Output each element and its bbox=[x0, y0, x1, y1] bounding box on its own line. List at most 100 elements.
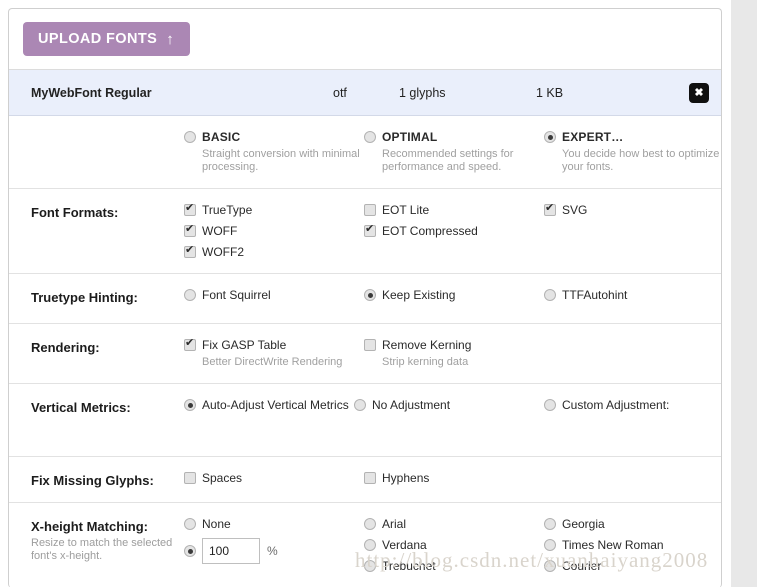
radio-basic-icon[interactable] bbox=[184, 131, 196, 143]
checkbox-hyphens-label: Hyphens bbox=[382, 471, 430, 485]
radio-custom-adjustment-icon[interactable] bbox=[544, 399, 556, 411]
conversion-mode-expert[interactable]: EXPERT… bbox=[544, 130, 724, 144]
radio-xheight-courier[interactable]: Courier bbox=[544, 559, 724, 573]
radio-xheight-verdana[interactable]: Verdana bbox=[364, 538, 544, 552]
radio-xheight-trebuchet[interactable]: Trebuchet bbox=[364, 559, 544, 573]
radio-xheight-times-new-roman-icon[interactable] bbox=[544, 539, 556, 551]
checkbox-woff[interactable]: WOFF bbox=[184, 223, 364, 238]
truetype-hinting-columns: Font Squirrel Keep Existing TTFAutohint bbox=[184, 288, 724, 309]
x-height-matching-sublabel: Resize to match the selected font's x-he… bbox=[31, 537, 173, 562]
checkbox-eot-compressed-label: EOT Compressed bbox=[382, 224, 478, 238]
x-height-percent-input[interactable] bbox=[202, 538, 260, 564]
radio-optimal-icon[interactable] bbox=[364, 131, 376, 143]
checkbox-woff-label: WOFF bbox=[202, 224, 238, 238]
radio-xheight-none[interactable]: None bbox=[184, 517, 364, 531]
close-x-icon[interactable]: ✖ bbox=[689, 83, 709, 103]
checkbox-remove-kerning[interactable]: Remove Kerning bbox=[364, 338, 544, 352]
x-height-matching-columns: None % Arial Verdana bbox=[184, 517, 724, 573]
fix-missing-glyphs-label: Fix Missing Glyphs: bbox=[31, 473, 154, 488]
checkbox-truetype[interactable]: TrueType bbox=[184, 202, 364, 217]
rendering-label-cell: Rendering: bbox=[9, 338, 184, 369]
radio-custom-adjustment-label: Custom Adjustment: bbox=[562, 398, 670, 412]
radio-xheight-arial-label: Arial bbox=[382, 517, 407, 531]
radio-ttfautohint[interactable]: TTFAutohint bbox=[544, 288, 724, 302]
conversion-mode-optimal[interactable]: OPTIMAL bbox=[364, 130, 544, 144]
x-height-matching-section: X-height Matching: Resize to match the s… bbox=[9, 503, 721, 587]
radio-xheight-georgia[interactable]: Georgia bbox=[544, 517, 724, 531]
conversion-mode-basic-column: BASIC Straight conversion with minimal p… bbox=[184, 130, 364, 174]
fix-missing-glyphs-section: Fix Missing Glyphs: Spaces Hyphens bbox=[9, 457, 721, 503]
radio-ttfautohint-label: TTFAutohint bbox=[562, 288, 628, 302]
radio-auto-adjust-vertical-metrics[interactable]: Auto-Adjust Vertical Metrics bbox=[184, 398, 354, 412]
rendering-columns: Fix GASP Table Better DirectWrite Render… bbox=[184, 337, 724, 369]
radio-xheight-percent-icon[interactable] bbox=[184, 545, 196, 557]
checkbox-woff2-icon[interactable] bbox=[184, 244, 196, 258]
checkbox-svg[interactable]: SVG bbox=[544, 202, 724, 217]
radio-no-adjustment-icon[interactable] bbox=[354, 399, 366, 411]
radio-xheight-times-new-roman[interactable]: Times New Roman bbox=[544, 538, 724, 552]
conversion-mode-basic[interactable]: BASIC bbox=[184, 130, 364, 144]
radio-keep-existing[interactable]: Keep Existing bbox=[364, 288, 544, 302]
radio-font-squirrel-label: Font Squirrel bbox=[202, 288, 271, 302]
checkbox-svg-icon[interactable] bbox=[544, 202, 556, 216]
fix-missing-glyphs-column-3 bbox=[544, 471, 724, 488]
radio-expert-icon[interactable] bbox=[544, 131, 556, 143]
checkbox-remove-kerning-icon[interactable] bbox=[364, 339, 376, 351]
radio-xheight-arial-icon[interactable] bbox=[364, 518, 376, 530]
vertical-metrics-label-cell: Vertical Metrics: bbox=[9, 398, 184, 442]
checkbox-spaces-icon[interactable] bbox=[184, 472, 196, 484]
radio-xheight-georgia-icon[interactable] bbox=[544, 518, 556, 530]
radio-xheight-courier-icon[interactable] bbox=[544, 560, 556, 572]
uploaded-font-row: MyWebFont Regular otf 1 glyphs 1 KB ✖ bbox=[9, 70, 721, 116]
truetype-hinting-section: Truetype Hinting: Font Squirrel Keep Exi… bbox=[9, 274, 721, 324]
radio-xheight-arial[interactable]: Arial bbox=[364, 517, 544, 531]
checkbox-spaces[interactable]: Spaces bbox=[184, 471, 364, 485]
truetype-hinting-column-3: TTFAutohint bbox=[544, 288, 724, 309]
checkbox-woff-icon[interactable] bbox=[184, 223, 196, 237]
checkbox-woff2[interactable]: WOFF2 bbox=[184, 244, 364, 259]
truetype-hinting-column-2: Keep Existing bbox=[364, 288, 544, 309]
radio-keep-existing-icon[interactable] bbox=[364, 289, 376, 301]
radio-font-squirrel-icon[interactable] bbox=[184, 289, 196, 301]
font-formats-label-cell: Font Formats: bbox=[9, 203, 184, 259]
radio-custom-adjustment[interactable]: Custom Adjustment: bbox=[544, 398, 724, 412]
x-height-percent-unit: % bbox=[267, 544, 278, 558]
radio-font-squirrel[interactable]: Font Squirrel bbox=[184, 288, 364, 302]
checkbox-eot-compressed-icon[interactable] bbox=[364, 223, 376, 237]
rendering-fix-gasp-desc: Better DirectWrite Rendering bbox=[202, 356, 343, 368]
radio-auto-adjust-vertical-metrics-icon[interactable] bbox=[184, 399, 196, 411]
upload-fonts-button[interactable]: UPLOAD FONTS ↑ bbox=[23, 22, 191, 56]
radio-xheight-verdana-label: Verdana bbox=[382, 538, 427, 552]
checkbox-truetype-label: TrueType bbox=[202, 203, 253, 217]
radio-xheight-times-new-roman-label: Times New Roman bbox=[562, 538, 664, 552]
truetype-hinting-label-cell: Truetype Hinting: bbox=[9, 288, 184, 309]
checkbox-truetype-icon[interactable] bbox=[184, 202, 196, 216]
checkbox-fix-gasp-table-icon[interactable] bbox=[184, 337, 196, 351]
radio-xheight-none-icon[interactable] bbox=[184, 518, 196, 530]
x-height-matching-label: X-height Matching: bbox=[31, 519, 148, 534]
font-formats-column-1: TrueType WOFF WOFF2 bbox=[184, 202, 364, 259]
font-formats-columns: TrueType WOFF WOFF2 EOT Lite bbox=[184, 202, 724, 259]
checkbox-eot-lite[interactable]: EOT Lite bbox=[364, 203, 544, 217]
font-type: otf bbox=[333, 86, 347, 100]
checkbox-hyphens[interactable]: Hyphens bbox=[364, 471, 544, 485]
radio-xheight-verdana-icon[interactable] bbox=[364, 539, 376, 551]
radio-no-adjustment[interactable]: No Adjustment bbox=[354, 398, 544, 412]
checkbox-fix-gasp-table[interactable]: Fix GASP Table bbox=[184, 337, 364, 352]
radio-xheight-trebuchet-icon[interactable] bbox=[364, 560, 376, 572]
checkbox-eot-compressed[interactable]: EOT Compressed bbox=[364, 223, 544, 238]
x-height-matching-column-2: Arial Verdana Trebuchet bbox=[364, 517, 544, 573]
radio-no-adjustment-label: No Adjustment bbox=[372, 398, 451, 412]
x-height-matching-label-cell: X-height Matching: Resize to match the s… bbox=[9, 517, 184, 573]
checkbox-eot-lite-icon[interactable] bbox=[364, 204, 376, 216]
font-glyph-count: 1 glyphs bbox=[399, 86, 446, 100]
fix-missing-glyphs-columns: Spaces Hyphens bbox=[184, 471, 724, 488]
fix-missing-glyphs-column-2: Hyphens bbox=[364, 471, 544, 488]
radio-ttfautohint-icon[interactable] bbox=[544, 289, 556, 301]
upload-bar: UPLOAD FONTS ↑ bbox=[9, 9, 721, 70]
vertical-metrics-column-2: No Adjustment bbox=[354, 398, 544, 442]
fix-missing-glyphs-column-1: Spaces bbox=[184, 471, 364, 488]
checkbox-hyphens-icon[interactable] bbox=[364, 472, 376, 484]
conversion-mode-section: BASIC Straight conversion with minimal p… bbox=[9, 116, 721, 189]
upload-fonts-label: UPLOAD FONTS bbox=[38, 31, 158, 47]
